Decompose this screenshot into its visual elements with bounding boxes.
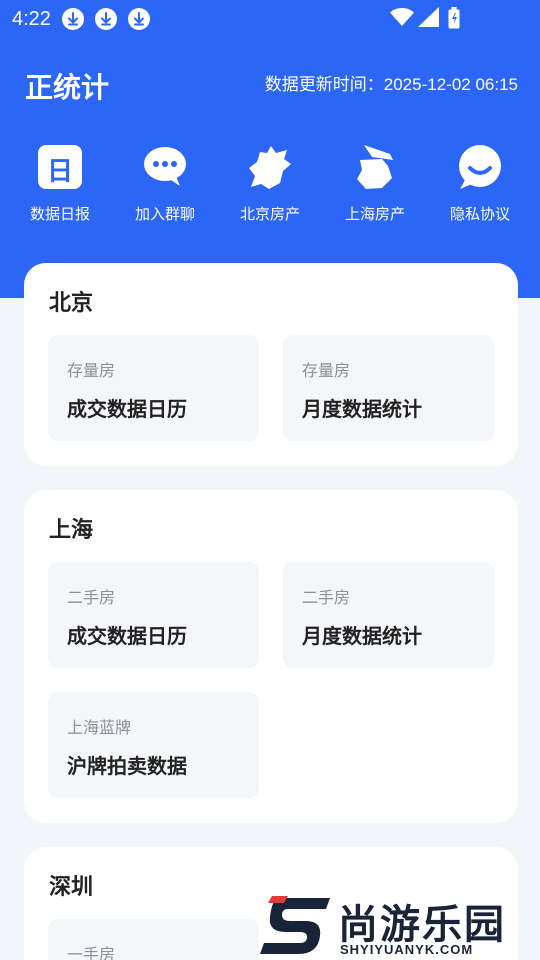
chat-bubble-icon — [142, 144, 188, 190]
shortcut-shanghai-property[interactable]: 上海房产 — [323, 144, 427, 224]
tile-title: 成交数据日历 — [67, 626, 187, 648]
tile-subtitle: 二手房 — [302, 590, 351, 607]
update-time-label: 数据更新时间： — [264, 75, 384, 94]
city-card-beijing: 北京 存量房 成交数据日历 存量房 月度数据统计 — [24, 263, 518, 466]
city-title: 北京 — [49, 290, 94, 315]
tile-subtitle: 存量房 — [302, 363, 351, 380]
app-title: 正统计 — [25, 72, 110, 103]
shortcut-label: 数据日报 — [29, 206, 90, 223]
status-bar: 4:22 — [0, 0, 540, 38]
download-icon — [62, 8, 84, 30]
tile-subtitle: 一手房 — [67, 947, 116, 960]
shortcut-label: 加入群聊 — [134, 206, 195, 223]
watermark: 尚游乐园 SHYIYUANYK.COM — [258, 892, 540, 960]
shortcut-label: 北京房产 — [239, 206, 300, 223]
tile-beijing-monthly-stats[interactable]: 存量房 月度数据统计 — [283, 335, 494, 441]
tile-beijing-transaction-calendar[interactable]: 存量房 成交数据日历 — [48, 335, 259, 441]
tile-shanghai-plate-auction[interactable]: 上海蓝牌 沪牌拍卖数据 — [48, 692, 259, 798]
shortcut-join-group[interactable]: 加入群聊 — [113, 144, 217, 224]
calendar-day-icon: 日 — [37, 144, 83, 190]
shortcut-label: 隐私协议 — [449, 206, 510, 223]
tile-shanghai-transaction-calendar[interactable]: 二手房 成交数据日历 — [48, 562, 259, 668]
beijing-map-icon — [247, 144, 293, 190]
tile-shanghai-monthly-stats[interactable]: 二手房 月度数据统计 — [283, 562, 494, 668]
shanghai-map-icon — [352, 144, 398, 190]
tile-title: 月度数据统计 — [302, 626, 422, 648]
tile-subtitle: 上海蓝牌 — [67, 720, 132, 737]
update-time-value: 2025-12-02 06:15 — [383, 75, 518, 94]
shortcut-privacy-policy[interactable]: 隐私协议 — [428, 144, 532, 224]
city-title: 深圳 — [49, 874, 94, 899]
shortcut-label: 上海房产 — [344, 206, 405, 223]
signal-icon — [418, 7, 439, 27]
city-card-shanghai: 上海 二手房 成交数据日历 二手房 月度数据统计 上海蓝牌 沪牌拍卖数据 — [24, 490, 518, 823]
watermark-url: SHYIYUANYK.COM — [340, 942, 474, 957]
wifi-icon — [390, 8, 414, 26]
update-time-row: 数据更新时间：2025-12-02 06:15 — [265, 70, 518, 95]
tile-subtitle: 二手房 — [67, 590, 116, 607]
tile-subtitle: 存量房 — [67, 363, 116, 380]
smile-bubble-icon — [457, 144, 503, 190]
status-time: 4:22 — [12, 8, 51, 30]
tile-shenzhen-new-homes[interactable]: 一手房 — [48, 919, 259, 960]
download-icon — [128, 8, 150, 30]
tile-title: 成交数据日历 — [67, 399, 187, 421]
city-title: 上海 — [49, 517, 94, 542]
watermark-logo — [260, 896, 330, 954]
tile-title: 沪牌拍卖数据 — [67, 756, 187, 778]
shortcut-data-daily[interactable]: 日 数据日报 — [8, 144, 112, 224]
tile-title: 月度数据统计 — [302, 399, 422, 421]
download-icon — [95, 8, 117, 30]
battery-icon — [448, 7, 460, 29]
shortcut-beijing-property[interactable]: 北京房产 — [218, 144, 322, 224]
